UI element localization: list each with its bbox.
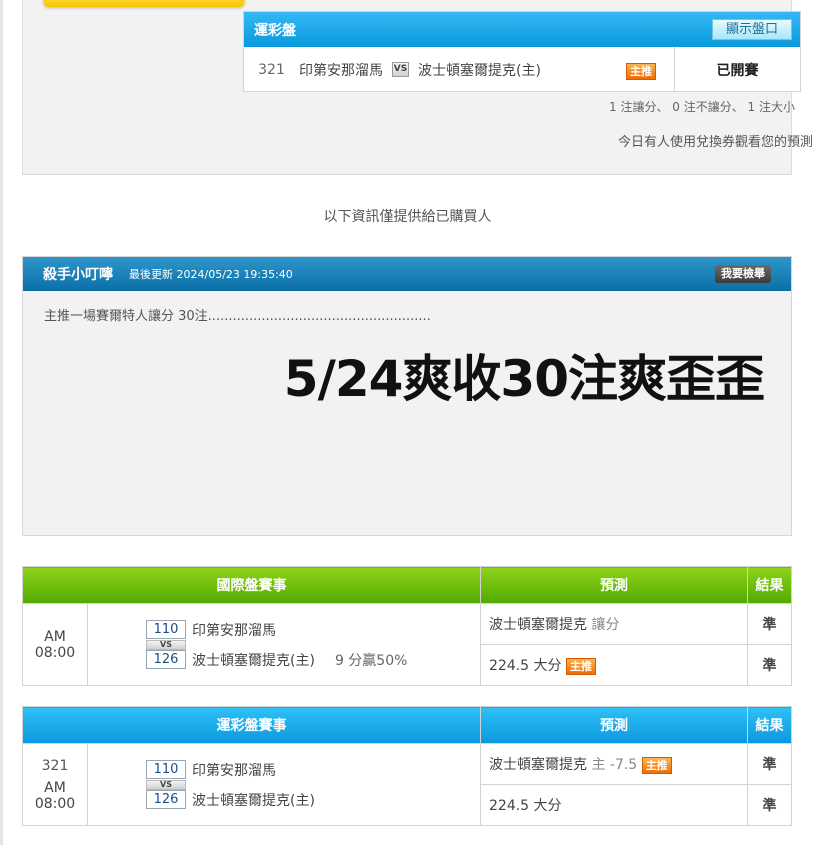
table-row: AM 08:00 110 印第安那溜馬 VS 126 波士頓塞爾提克(主) 9 … [22,603,792,686]
team-top: 印第安那溜馬 [192,622,276,639]
vs-icon: VS [146,779,186,790]
sport-lottery-table: 運彩盤賽事 預測 結果 321 AM 08:00 110 印第安那溜馬 VS 1… [22,706,792,826]
main-pick-badge: 主推 [641,757,672,774]
team-code-bottom: 126 [146,650,186,669]
left-edge-divider [0,0,3,845]
main-pick-badge: 主推 [565,658,596,675]
sport-lottery-game-row: 321 印第安那溜馬 VS 波士頓塞爾提克(主) 主推 已開賽 [244,47,800,92]
prediction-spread: 波士頓塞爾提克 主 -7.5 主推 [480,743,748,785]
prediction-total: 224.5 大分 [480,784,748,826]
main-pick-badge: 主推 [626,62,656,80]
teams-cell: 110 印第安那溜馬 VS 126 波士頓塞爾提克(主) [87,743,481,826]
result-spread: 準 [747,743,792,785]
team-bottom: 波士頓塞爾提克(主) [192,652,315,669]
table-header-row: 國際盤賽事 預測 結果 [22,566,792,604]
team-bottom: 波士頓塞爾提克(主) [192,792,315,809]
game-time: AM 08:00 [34,779,76,812]
teams-cell: 110 印第安那溜馬 VS 126 波士頓塞爾提克(主) 9 分贏50% [87,603,481,686]
pick-stats: 1 注讓分、 0 注不讓分、 1 注大小 [609,100,795,114]
buyers-only-note: 以下資訊僅提供給已購買人 [323,209,492,225]
table-header-row: 運彩盤賽事 預測 結果 [22,706,792,744]
prediction-total-text: 224.5 大分 [489,798,562,814]
sport-lottery-header: 運彩盤 顯示盤口 [244,12,800,47]
prediction-type: 讓分 [591,617,620,633]
game-serial: 321 [41,757,69,774]
team-code-top: 110 [146,760,186,779]
prediction-team: 波士頓塞爾提克 [489,617,587,633]
sport-lottery-box: 運彩盤 顯示盤口 321 印第安那溜馬 VS 波士頓塞爾提克(主) 主推 已開賽 [243,11,801,92]
show-odds-button[interactable]: 顯示盤口 [712,19,792,40]
prediction-type: 主 -7.5 [591,757,638,773]
game-status: 已開賽 [674,47,800,92]
game-number: 321 [258,61,285,78]
prediction-total: 224.5 大分 主推 [480,644,748,686]
author-post-header: 殺手小叮嚀 最後更新 2024/05/23 19:35:40 我要檢舉 [23,257,791,291]
yellow-tab[interactable] [43,0,245,7]
col-header-result: 結果 [747,566,792,604]
result-spread: 準 [747,603,792,645]
result-total: 準 [747,784,792,826]
col-header-event: 國際盤賽事 [22,566,481,604]
game-time-cell: 321 AM 08:00 [22,743,88,826]
home-team: 印第安那溜馬 [299,62,383,79]
author-post-body: 主推一場賽爾特人讓分 30注..........................… [44,309,431,324]
author-name[interactable]: 殺手小叮嚀 [43,264,113,284]
prediction-total-text: 224.5 大分 [489,658,562,674]
prediction-spread: 波士頓塞爾提克 讓分 [480,603,748,645]
result-total: 準 [747,644,792,686]
handicap-text: 9 分贏50% [334,652,408,669]
game-time: AM 08:00 [22,603,88,686]
col-header-event: 運彩盤賽事 [22,706,481,744]
author-post-headline: 5/24爽收30注爽歪歪 [283,350,765,408]
main-pick-cell: 主推 [608,60,674,80]
vs-icon: VS [146,639,186,650]
last-updated: 最後更新 2024/05/23 19:35:40 [129,268,293,281]
author-post-panel: 殺手小叮嚀 最後更新 2024/05/23 19:35:40 我要檢舉 主推一場… [22,256,792,536]
away-team: 波士頓塞爾提克(主) [418,62,541,79]
col-header-result: 結果 [747,706,792,744]
team-code-top: 110 [146,620,186,639]
team-code-bottom: 126 [146,790,186,809]
col-header-prediction: 預測 [480,566,748,604]
vs-icon: VS [392,62,409,77]
sport-lottery-title: 運彩盤 [254,22,296,39]
prediction-team: 波士頓塞爾提克 [489,757,587,773]
report-button[interactable]: 我要檢舉 [715,265,771,283]
international-odds-table: 國際盤賽事 預測 結果 AM 08:00 110 印第安那溜馬 VS 126 波… [22,566,792,686]
col-header-prediction: 預測 [480,706,748,744]
table-row: 321 AM 08:00 110 印第安那溜馬 VS 126 波士頓塞爾提克(主… [22,743,792,826]
voucher-notice: 今日有人使用兌換券觀看您的預測 [617,135,813,150]
team-top: 印第安那溜馬 [192,762,276,779]
